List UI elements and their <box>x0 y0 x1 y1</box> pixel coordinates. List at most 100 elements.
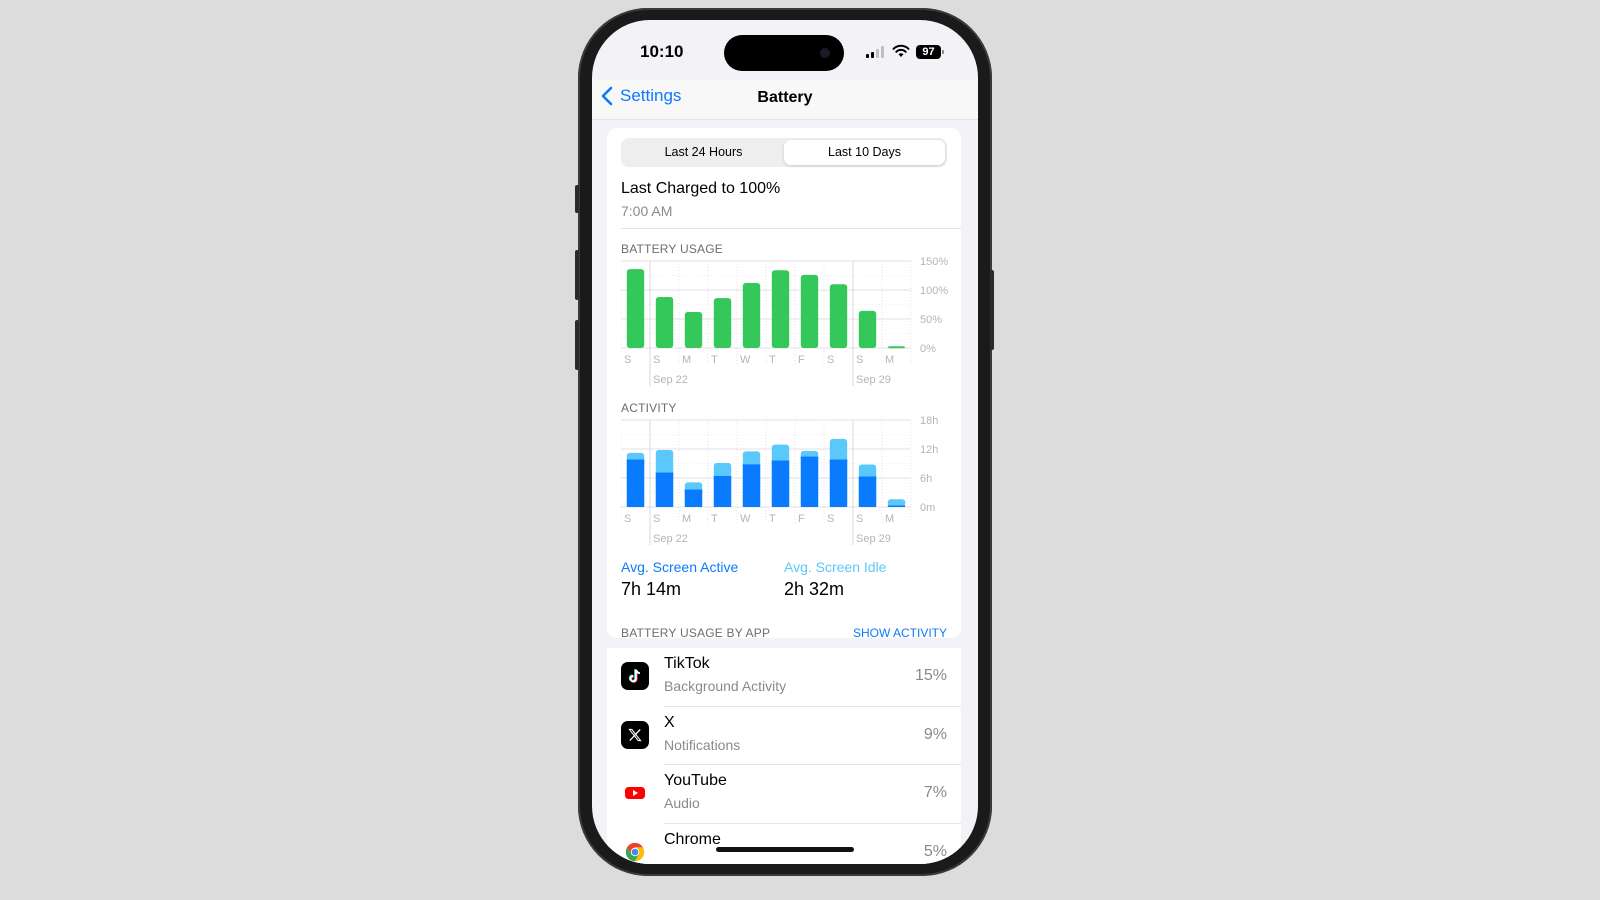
divider <box>621 228 961 229</box>
y-tick-label: 0m <box>920 502 935 514</box>
home-indicator[interactable] <box>716 847 854 852</box>
battery-icon: 97 <box>916 45 944 59</box>
tab-last-10-days[interactable]: Last 10 Days <box>784 140 945 165</box>
x-icon <box>621 720 649 749</box>
app-row-youtube[interactable]: YouTube Audio 7% <box>607 765 961 824</box>
bar-screen-active-cap <box>800 456 819 459</box>
y-tick-label: 100% <box>920 285 948 297</box>
app-name: X <box>664 713 675 731</box>
volume-up-button <box>575 250 579 300</box>
last-charged-time: 7:00 AM <box>621 203 673 219</box>
x-tick-label: M <box>682 354 691 366</box>
avg-screen-active-value: 7h 14m <box>621 579 682 599</box>
bar-screen-active <box>800 456 819 507</box>
x-tick-label: S <box>856 354 863 366</box>
battery-card: Last 24 Hours Last 10 Days Last Charged … <box>607 128 961 638</box>
activity-chart[interactable]: 0m 6h 12h 18h S S M T W T F S S M Sep 22 Sep 29 <box>621 415 961 550</box>
app-name: YouTube <box>664 772 727 789</box>
bar-battery-usage <box>742 283 761 348</box>
x-tick-label: M <box>885 513 894 525</box>
x-tick-label: S <box>827 513 834 525</box>
bar-screen-active-cap <box>684 489 703 492</box>
x-tick-label: W <box>740 513 751 525</box>
bar-screen-active <box>858 476 877 507</box>
status-bar: 10:10 97 <box>592 20 978 80</box>
y-tick-label: 12h <box>920 444 938 456</box>
bar-screen-active <box>655 472 674 507</box>
activity-label: ACTIVITY <box>621 401 677 415</box>
app-name: TikTok <box>664 655 710 672</box>
status-time: 10:10 <box>640 42 684 61</box>
avg-screen-idle-label: Avg. Screen Idle <box>784 559 887 575</box>
x-tick-label: S <box>653 513 660 525</box>
app-percent: 7% <box>923 784 947 801</box>
bar-screen-active <box>713 476 732 507</box>
y-tick-label: 50% <box>920 314 942 326</box>
volume-down-button <box>575 320 579 370</box>
app-detail: Notifications <box>664 736 741 753</box>
x-tick-label: T <box>711 354 718 366</box>
bar-screen-active <box>684 489 703 507</box>
x-tick-label: W <box>740 354 751 366</box>
camera-icon <box>820 48 830 58</box>
tab-last-24-hours[interactable]: Last 24 Hours <box>623 140 784 165</box>
x-tick-label: T <box>769 354 776 366</box>
chrome-icon <box>621 837 649 864</box>
period-segmented-control: Last 24 Hours Last 10 Days <box>621 138 947 167</box>
bar-screen-active-cap <box>829 459 848 462</box>
x-tick-label: F <box>798 513 805 525</box>
x-tick-label: S <box>856 513 863 525</box>
bar-battery-usage <box>713 298 732 348</box>
x-tick-label: M <box>885 354 894 366</box>
action-button <box>575 185 579 213</box>
youtube-icon <box>621 779 649 807</box>
battery-usage-label: BATTERY USAGE <box>621 242 723 256</box>
bar-screen-active-cap <box>713 476 732 479</box>
screen: 10:10 97 Settings Battery Last 24 Hours … <box>592 20 978 864</box>
power-button <box>990 270 994 350</box>
bar-battery-usage <box>684 312 703 348</box>
app-row-tiktok[interactable]: TikTok Background Activity 15% <box>607 648 961 707</box>
bar-screen-active-cap <box>771 460 790 463</box>
app-usage-list: TikTok Background Activity 15% X Notific… <box>607 648 961 864</box>
bar-battery-usage <box>800 274 819 348</box>
app-percent: 9% <box>923 725 947 743</box>
app-percent: 5% <box>923 842 947 860</box>
bar-screen-active <box>742 464 761 507</box>
bar-battery-usage <box>887 346 906 349</box>
app-row-x[interactable]: X Notifications 9% <box>607 707 961 765</box>
bar-screen-active-cap <box>626 459 645 462</box>
avg-screen-idle-value: 2h 32m <box>784 579 845 599</box>
last-charged-title: Last Charged to 100% <box>621 180 781 197</box>
app-row-chrome[interactable]: Chrome 5% <box>607 824 961 864</box>
y-tick-label: 0% <box>920 343 936 355</box>
app-percent: 15% <box>914 667 947 684</box>
bar-battery-usage <box>771 270 790 348</box>
x-tick-label: T <box>711 513 718 525</box>
x-tick-label: S <box>624 354 631 366</box>
date-label: Sep 29 <box>856 374 891 386</box>
bar-screen-active <box>771 460 790 507</box>
x-tick-label: S <box>827 354 834 366</box>
bar-battery-usage <box>858 310 877 348</box>
x-tick-label: M <box>682 513 691 525</box>
y-tick-label: 6h <box>920 473 932 485</box>
y-tick-label: 150% <box>920 256 948 268</box>
bar-screen-active-cap <box>742 464 761 467</box>
dynamic-island <box>724 35 844 71</box>
wifi-icon <box>892 44 910 57</box>
battery-usage-chart[interactable]: 0% 50% 100% 150% S S M T W T F S S M Sep 22 Sep 29 <box>621 256 961 391</box>
avg-screen-active-label: Avg. Screen Active <box>621 559 739 575</box>
page-title: Battery <box>757 89 813 106</box>
navigation-bar: Settings Battery <box>592 80 978 120</box>
x-tick-label: T <box>769 513 776 525</box>
tiktok-icon <box>621 662 649 690</box>
bar-screen-active <box>829 459 848 507</box>
bar-battery-usage <box>655 296 674 348</box>
bar-battery-usage <box>626 269 645 348</box>
usage-by-app-header: BATTERY USAGE BY APP <box>621 626 771 640</box>
bar-battery-usage <box>829 284 848 348</box>
x-tick-label: S <box>624 513 631 525</box>
show-activity-button[interactable]: SHOW ACTIVITY <box>853 626 947 640</box>
app-detail: Audio <box>664 795 700 811</box>
